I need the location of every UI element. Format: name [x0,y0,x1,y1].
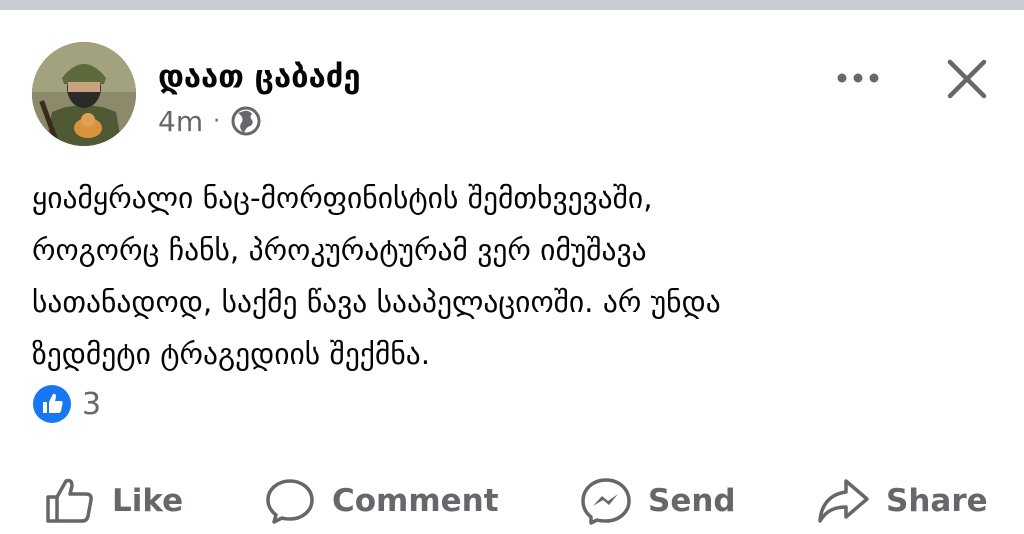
messenger-icon [581,478,631,525]
like-reaction-icon [33,385,71,423]
send-label: Send [648,483,736,519]
post-text-line: როგორც ჩანს, პროკურატურამ ვერ იმუშავა [32,233,647,267]
share-label: Share [886,483,988,519]
post-card: დაათ ცაბაძე 4m · ყიამყრალი ნაც-მორფინისტ… [0,10,1024,534]
like-label: Like [112,483,184,519]
avatar[interactable] [32,42,136,146]
more-options-button[interactable] [826,60,890,96]
like-button[interactable]: Like [44,468,183,534]
reactions-summary[interactable]: 3 [32,384,101,424]
top-divider [0,0,1024,10]
globe-icon[interactable] [230,105,262,137]
post-text-line: ყიამყრალი ნაც-მორფინისტის შემთხვევაში, [32,181,653,215]
post-text-line: სათანადოდ, საქმე წავა სააპელაციოში. არ უ… [32,285,721,319]
post-text-line: ზედმეტი ტრაგედიის შექმნა. [32,337,431,371]
reactions-count: 3 [82,386,102,422]
comment-button[interactable]: Comment [264,468,499,534]
avatar-image [32,42,136,146]
close-button[interactable] [936,48,998,110]
close-icon [947,59,987,99]
post-actions-bar: Like Comment Send Share [0,468,1024,534]
comment-label: Comment [332,483,499,519]
comment-icon [266,479,314,524]
post-body: ყიამყრალი ნაც-მორფინისტის შემთხვევაში, რ… [32,172,992,380]
author-name[interactable]: დაათ ცაბაძე [158,58,361,96]
thumbs-up-icon [46,478,93,523]
post-timestamp[interactable]: 4m [158,105,203,138]
post-meta: 4m · [158,104,262,138]
share-button[interactable]: Share [816,468,988,534]
more-options-icon [837,73,879,83]
meta-separator: · [213,108,221,134]
send-button[interactable]: Send [580,468,736,534]
share-icon [818,479,869,523]
